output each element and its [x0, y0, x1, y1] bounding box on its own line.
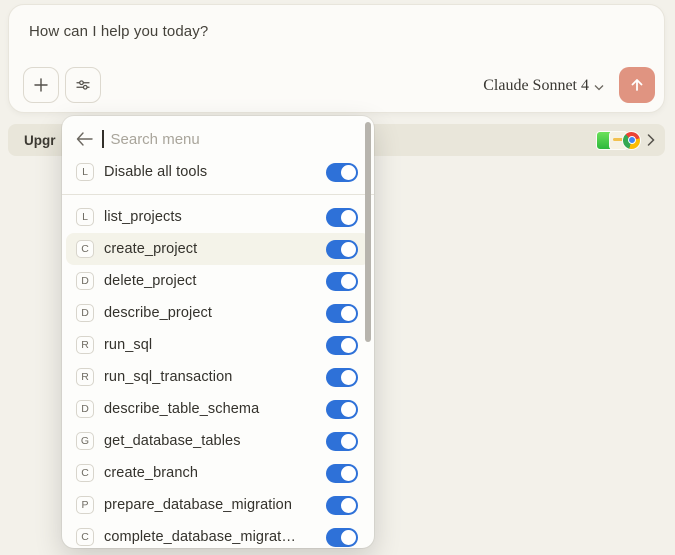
menu-divider [62, 194, 374, 195]
shortcut-badge: R [76, 368, 94, 386]
menu-item-label: prepare_database_migration [104, 497, 316, 513]
model-selector-label: Claude Sonnet 4 [483, 77, 589, 95]
shortcut-badge: P [76, 496, 94, 514]
app-icon-stack [596, 131, 641, 150]
chrome-app-icon [622, 131, 641, 150]
menu-scrollbar[interactable] [365, 122, 371, 342]
toggle-knob [341, 338, 356, 353]
shortcut-badge: L [76, 163, 94, 181]
toggle-knob [341, 370, 356, 385]
shortcut-badge: C [76, 240, 94, 258]
toggle-switch[interactable] [326, 336, 358, 355]
toggle-knob [341, 434, 356, 449]
shortcut-badge: D [76, 272, 94, 290]
attach-plus-button[interactable] [23, 67, 59, 103]
menu-item-label: describe_project [104, 305, 316, 321]
text-caret [102, 130, 104, 148]
shortcut-badge: C [76, 464, 94, 482]
shortcut-badge: L [76, 208, 94, 226]
menu-item-prepare-database-migration[interactable]: P prepare_database_migration [66, 489, 370, 521]
toggle-switch[interactable] [326, 272, 358, 291]
menu-item-disable-all-tools[interactable]: L Disable all tools [66, 156, 370, 188]
menu-item-run-sql[interactable]: R run_sql [66, 329, 370, 361]
arrow-up-icon [629, 77, 645, 93]
toggle-switch[interactable] [326, 464, 358, 483]
menu-item-run-sql-transaction[interactable]: R run_sql_transaction [66, 361, 370, 393]
shortcut-badge: G [76, 432, 94, 450]
toggle-knob [341, 466, 356, 481]
menu-item-label: delete_project [104, 273, 316, 289]
menu-item-get-database-tables[interactable]: G get_database_tables [66, 425, 370, 457]
menu-item-label: run_sql_transaction [104, 369, 316, 385]
toggle-knob [341, 530, 356, 545]
menu-item-label: Disable all tools [104, 164, 316, 180]
search-input[interactable] [111, 131, 361, 148]
chevron-down-icon [594, 84, 604, 91]
menu-item-label: run_sql [104, 337, 316, 353]
toggle-switch[interactable] [326, 240, 358, 259]
menu-item-complete-database-migration[interactable]: C complete_database_migrat… [66, 521, 370, 548]
banner-text: Upgr [24, 133, 56, 148]
toggle-switch[interactable] [326, 528, 358, 547]
menu-item-label: get_database_tables [104, 433, 316, 449]
toggle-switch[interactable] [326, 163, 358, 182]
menu-item-label: complete_database_migrat… [104, 529, 316, 545]
plus-icon [33, 77, 49, 93]
tools-menu: L Disable all tools L list_projects C cr… [62, 116, 374, 548]
menu-item-label: list_projects [104, 209, 316, 225]
toggle-knob [341, 242, 356, 257]
toggle-knob [341, 306, 356, 321]
shortcut-badge: D [76, 304, 94, 322]
toggle-switch[interactable] [326, 304, 358, 323]
menu-item-describe-project[interactable]: D describe_project [66, 297, 370, 329]
shortcut-badge: C [76, 528, 94, 546]
menu-search-row [62, 122, 374, 156]
toggle-switch[interactable] [326, 432, 358, 451]
menu-item-label: describe_table_schema [104, 401, 316, 417]
chat-composer[interactable]: How can I help you today? Claude Sonnet … [8, 4, 665, 113]
shortcut-badge: R [76, 336, 94, 354]
menu-item-list-projects[interactable]: L list_projects [66, 201, 370, 233]
toggle-knob [341, 210, 356, 225]
toggle-knob [341, 165, 356, 180]
toggle-switch[interactable] [326, 208, 358, 227]
toggle-switch[interactable] [326, 368, 358, 387]
arrow-left-icon[interactable] [76, 132, 93, 146]
menu-item-label: create_branch [104, 465, 316, 481]
menu-item-create-branch[interactable]: C create_branch [66, 457, 370, 489]
sliders-icon [74, 76, 92, 94]
toggle-knob [341, 402, 356, 417]
toggle-knob [341, 274, 356, 289]
toggle-switch[interactable] [326, 496, 358, 515]
menu-item-delete-project[interactable]: D delete_project [66, 265, 370, 297]
tools-sliders-button[interactable] [65, 67, 101, 103]
menu-item-label: create_project [104, 241, 316, 257]
toggle-switch[interactable] [326, 400, 358, 419]
toggle-knob [341, 498, 356, 513]
model-selector[interactable]: Claude Sonnet 4 [483, 77, 604, 95]
send-button[interactable] [619, 67, 655, 103]
menu-item-create-project[interactable]: C create_project [66, 233, 370, 265]
composer-placeholder: How can I help you today? [29, 23, 208, 40]
shortcut-badge: D [76, 400, 94, 418]
chevron-right-icon[interactable] [647, 134, 655, 146]
menu-item-describe-table-schema[interactable]: D describe_table_schema [66, 393, 370, 425]
